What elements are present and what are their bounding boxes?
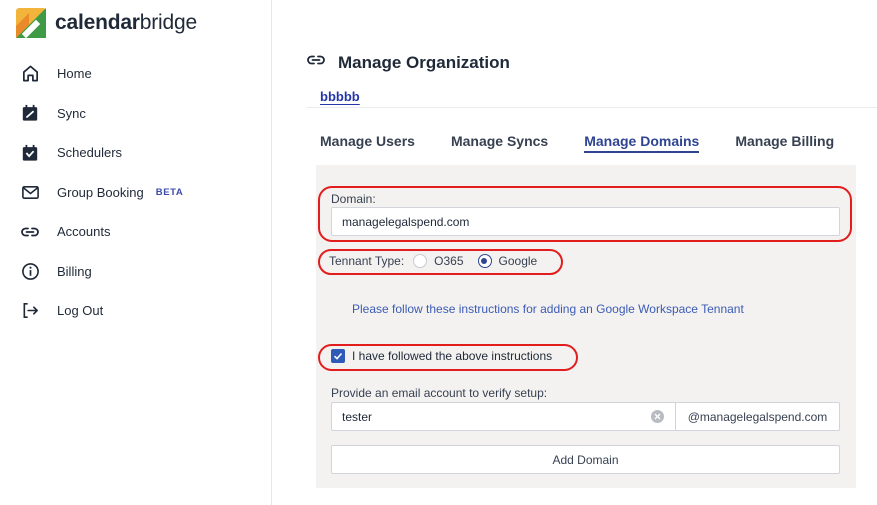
main-content: Manage Organization bbbbb Manage Users M… bbox=[272, 0, 877, 505]
link-icon bbox=[20, 222, 40, 242]
add-domain-panel: Domain: managelegalspend.com Tennant Typ… bbox=[316, 165, 856, 488]
sidebar-item-label: Sync bbox=[57, 105, 86, 121]
sidebar-item-home[interactable]: Home bbox=[0, 54, 272, 94]
divider bbox=[306, 107, 877, 108]
home-icon bbox=[20, 64, 40, 84]
sidebar-item-label: Billing bbox=[57, 263, 92, 279]
add-domain-button[interactable]: Add Domain bbox=[331, 445, 840, 474]
logout-icon bbox=[20, 301, 40, 321]
brand[interactable]: calendarbridge bbox=[16, 8, 197, 39]
tab-manage-billing[interactable]: Manage Billing bbox=[735, 133, 834, 153]
sidebar-item-label: Accounts bbox=[57, 224, 111, 240]
sidebar-item-label: Home bbox=[57, 66, 92, 82]
sidebar-item-group-booking[interactable]: Group Booking BETA bbox=[0, 173, 272, 213]
domain-input[interactable]: managelegalspend.com bbox=[331, 207, 840, 236]
brand-name: calendarbridge bbox=[55, 11, 197, 34]
instructions-checkbox-row: I have followed the above instructions bbox=[331, 349, 552, 363]
tenant-type-label: Tennant Type: bbox=[329, 254, 405, 268]
organization-name-link[interactable]: bbbbb bbox=[320, 89, 360, 104]
tenant-type-group: Tennant Type: O365 Google bbox=[329, 254, 537, 268]
beta-badge: BETA bbox=[155, 186, 184, 198]
sidebar-item-schedulers[interactable]: Schedulers bbox=[0, 133, 272, 173]
verify-email-label: Provide an email account to verify setup… bbox=[331, 386, 548, 400]
link-icon bbox=[306, 50, 326, 75]
radio-google[interactable] bbox=[477, 254, 492, 268]
sidebar-item-label: Group Booking bbox=[57, 184, 144, 200]
email-domain-suffix: @managelegalspend.com bbox=[675, 402, 840, 431]
envelope-icon bbox=[20, 182, 40, 202]
instructions-checkbox[interactable] bbox=[331, 349, 345, 363]
sync-calendar-icon bbox=[20, 103, 40, 123]
checkmark-icon bbox=[333, 352, 343, 360]
tab-bar: Manage Users Manage Syncs Manage Domains… bbox=[320, 133, 870, 153]
sidebar-nav: Home Sync Schedulers Group Booking BETA bbox=[0, 54, 272, 331]
sidebar-item-accounts[interactable]: Accounts bbox=[0, 212, 272, 252]
scheduler-calendar-icon bbox=[20, 143, 40, 163]
sidebar-item-label: Schedulers bbox=[57, 145, 123, 161]
radio-google-label[interactable]: Google bbox=[499, 254, 538, 268]
clear-icon[interactable] bbox=[651, 410, 664, 423]
sidebar-item-log-out[interactable]: Log Out bbox=[0, 291, 272, 331]
page-title: Manage Organization bbox=[338, 52, 510, 72]
sidebar-item-label: Log Out bbox=[57, 303, 104, 319]
page-header: Manage Organization bbox=[306, 50, 510, 75]
calendarbridge-logo-icon bbox=[16, 8, 46, 39]
sidebar-item-billing[interactable]: Billing bbox=[0, 252, 272, 292]
tab-manage-users[interactable]: Manage Users bbox=[320, 133, 415, 153]
instructions-link[interactable]: Please follow these instructions for add… bbox=[352, 302, 744, 316]
sidebar-item-sync[interactable]: Sync bbox=[0, 94, 272, 134]
radio-o365-label[interactable]: O365 bbox=[434, 254, 463, 268]
tab-manage-domains[interactable]: Manage Domains bbox=[584, 133, 700, 153]
instructions-checkbox-label[interactable]: I have followed the above instructions bbox=[352, 349, 552, 363]
domain-label: Domain: bbox=[331, 192, 376, 206]
radio-o365[interactable] bbox=[413, 254, 428, 268]
tab-manage-syncs[interactable]: Manage Syncs bbox=[451, 133, 548, 153]
sidebar: calendarbridge Home Sync Schedulers Grou… bbox=[0, 0, 272, 505]
info-icon bbox=[20, 261, 40, 281]
verify-email-input[interactable]: tester bbox=[331, 402, 676, 431]
